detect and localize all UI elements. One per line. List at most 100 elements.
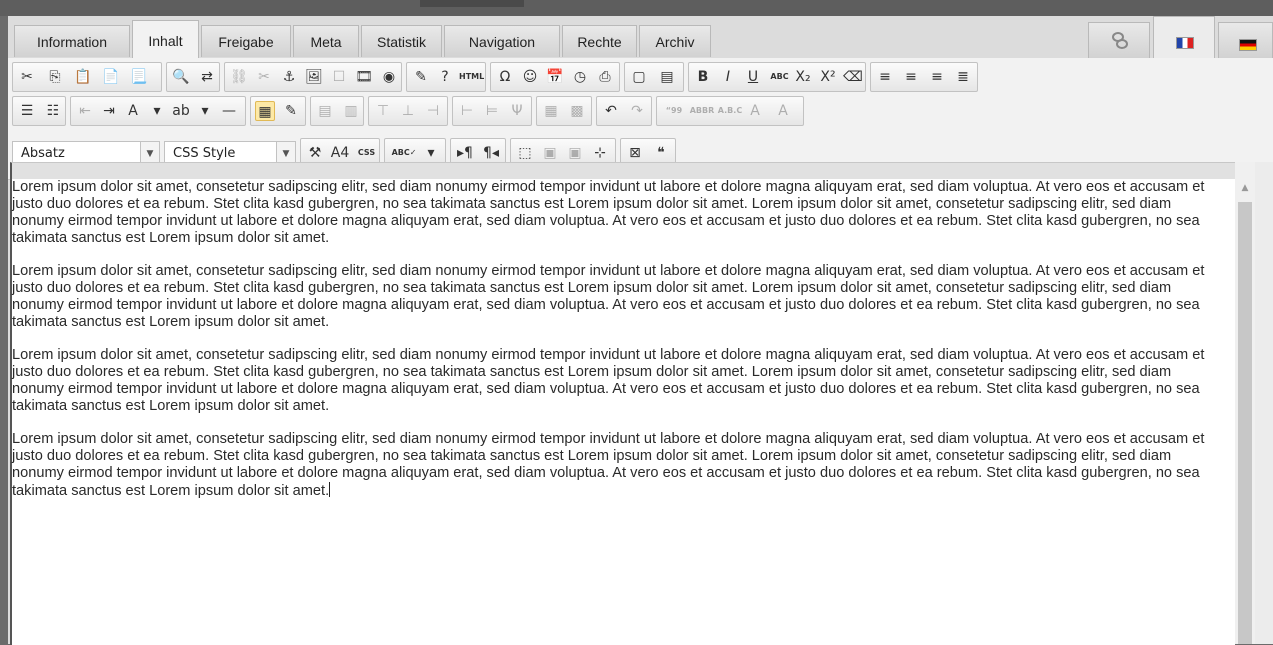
del-icon[interactable]: A [745,101,765,121]
move-forward-icon[interactable]: ▣ [540,143,560,163]
film-icon[interactable]: 🎞 [354,67,374,87]
history-group: ↶ ↷ [596,96,652,126]
align-group: ≡ ≡ ≡ ≣ [870,62,978,92]
ins-icon[interactable]: A [773,101,793,121]
find-icon[interactable]: 🔍 [171,67,191,87]
abbr-icon[interactable]: ABBR [689,101,715,121]
merge-cells-icon[interactable]: ▩ [567,101,587,121]
flash-icon[interactable]: ◉ [379,67,399,87]
tab-archiv[interactable]: Archiv [639,25,711,57]
copy-icon[interactable]: ⎘ [45,67,65,87]
align-justify-icon[interactable]: ≣ [953,67,973,87]
table-group: ▦ ✎ [250,96,306,126]
tab-language-link[interactable] [1088,22,1150,58]
italic-icon[interactable]: I [718,67,738,87]
align-center-icon[interactable]: ≡ [901,67,921,87]
undo-icon[interactable]: ↶ [601,101,621,121]
split-cells-icon[interactable]: ▦ [541,101,561,121]
paste-word-icon[interactable]: 📃 [129,67,149,87]
row-before-icon[interactable]: ⊤ [373,101,393,121]
anchor-icon[interactable]: ⚓ [279,67,299,87]
emoticon-icon[interactable]: ☺ [520,67,540,87]
tab-rechte[interactable]: Rechte [562,25,637,57]
css-icon[interactable]: CSS [355,143,378,163]
numbered-list-icon[interactable]: ☷ [43,101,63,121]
tab-freigabe[interactable]: Freigabe [201,25,291,57]
table-icon[interactable]: ▦ [255,101,275,121]
media-icon[interactable]: ☐ [329,67,349,87]
superscript-icon[interactable]: X² [818,67,838,87]
paragraph[interactable]: Lorem ipsum dolor sit amet, consetetur s… [12,347,1222,415]
unlink-icon[interactable]: ✂ [254,67,274,87]
absolute-pos-icon[interactable]: ⊹ [590,143,610,163]
outdent-icon[interactable]: ⇤ [75,101,95,121]
redo-icon[interactable]: ↷ [627,101,647,121]
blockquote-icon[interactable]: ❝ [651,143,671,163]
tab-meta[interactable]: Meta [293,25,359,57]
strikethrough-icon[interactable]: ABC [768,67,791,87]
row-props-icon[interactable]: ▤ [315,101,335,121]
preview-icon[interactable]: ▤ [657,67,677,87]
insert-date-icon[interactable]: 📅 [545,67,565,87]
special-char-icon[interactable]: Ω [495,67,515,87]
insert-time-icon[interactable]: ◷ [570,67,590,87]
underline-icon[interactable]: U [743,67,763,87]
rich-text-editor[interactable]: Lorem ipsum dolor sit amet, consetetur s… [10,162,1235,645]
delete-row-icon[interactable]: ⊣ [423,101,443,121]
tab-language-french[interactable] [1153,16,1215,58]
nonbreaking-icon[interactable]: ⊠ [625,143,645,163]
link-icon[interactable]: ⛓ [229,67,249,87]
ltr-icon[interactable]: ▸¶ [455,143,475,163]
rtl-icon[interactable]: ¶◂ [481,143,501,163]
col-before-icon[interactable]: ⊢ [457,101,477,121]
bullet-list-icon[interactable]: ☰ [17,101,37,121]
highlight-dropdown-icon[interactable]: ▾ [195,101,215,121]
tab-statistik[interactable]: Statistik [361,25,442,57]
attribs-icon[interactable]: ⚒ [305,143,325,163]
html-source-icon[interactable]: HTML [459,67,484,87]
tab-information[interactable]: Information [14,25,130,57]
bold-icon[interactable]: B [693,67,713,87]
tab-language-german[interactable] [1218,22,1273,58]
paragraph[interactable]: Lorem ipsum dolor sit amet, consetetur s… [12,431,1222,500]
cite-icon[interactable]: “99 [661,101,687,121]
col-after-icon[interactable]: ⊨ [482,101,502,121]
align-right-icon[interactable]: ≡ [927,67,947,87]
cut-icon[interactable]: ✂ [17,67,37,87]
table-edit-icon[interactable]: ✎ [281,101,301,121]
print-icon[interactable]: ⎙ [595,67,615,87]
editor-content[interactable]: Lorem ipsum dolor sit amet, consetetur s… [12,179,1222,516]
paragraph[interactable]: Lorem ipsum dolor sit amet, consetetur s… [12,263,1222,331]
row-after-icon[interactable]: ⊥ [398,101,418,121]
fullscreen-icon[interactable]: ▢ [629,67,649,87]
align-left-icon[interactable]: ≡ [875,67,895,87]
insert-layer-icon[interactable]: ⬚ [515,143,535,163]
tab-inhalt[interactable]: Inhalt [132,20,199,58]
scrollbar-thumb[interactable] [1238,202,1252,644]
font-color-icon[interactable]: A [123,101,143,121]
spellcheck-dropdown-icon[interactable]: ▾ [421,143,441,163]
image-icon[interactable]: 🖼 [304,67,324,87]
horizontal-rule-icon[interactable]: — [219,101,239,121]
replace-icon[interactable]: ⇄ [197,67,217,87]
paragraph[interactable]: Lorem ipsum dolor sit amet, consetetur s… [12,179,1222,247]
editor-scrollbar[interactable]: ▲ [1235,162,1255,644]
scroll-up-icon[interactable]: ▲ [1235,180,1255,196]
cleanup-icon[interactable]: ✎ [411,67,431,87]
paste-icon[interactable]: 📋 [73,67,93,87]
tab-navigation[interactable]: Navigation [444,25,560,57]
acronym-icon[interactable]: A.B.C [717,101,743,121]
font-color-dropdown-icon[interactable]: ▾ [147,101,167,121]
help-icon[interactable]: ? [435,67,455,87]
remove-format-icon[interactable]: ⌫ [843,67,863,87]
cell-props-icon[interactable]: ▥ [341,101,361,121]
subscript-icon[interactable]: X₂ [793,67,813,87]
highlight-icon[interactable]: ab [171,101,191,121]
move-backward-icon[interactable]: ▣ [565,143,585,163]
spellcheck-icon[interactable]: ABC✓ [389,143,419,163]
delete-col-icon[interactable]: Ψ [507,101,527,121]
format-select-value: Absatz [21,146,65,161]
style-props-icon[interactable]: A4 [330,143,350,163]
paste-text-icon[interactable]: 📄 [101,67,121,87]
indent-icon[interactable]: ⇥ [99,101,119,121]
